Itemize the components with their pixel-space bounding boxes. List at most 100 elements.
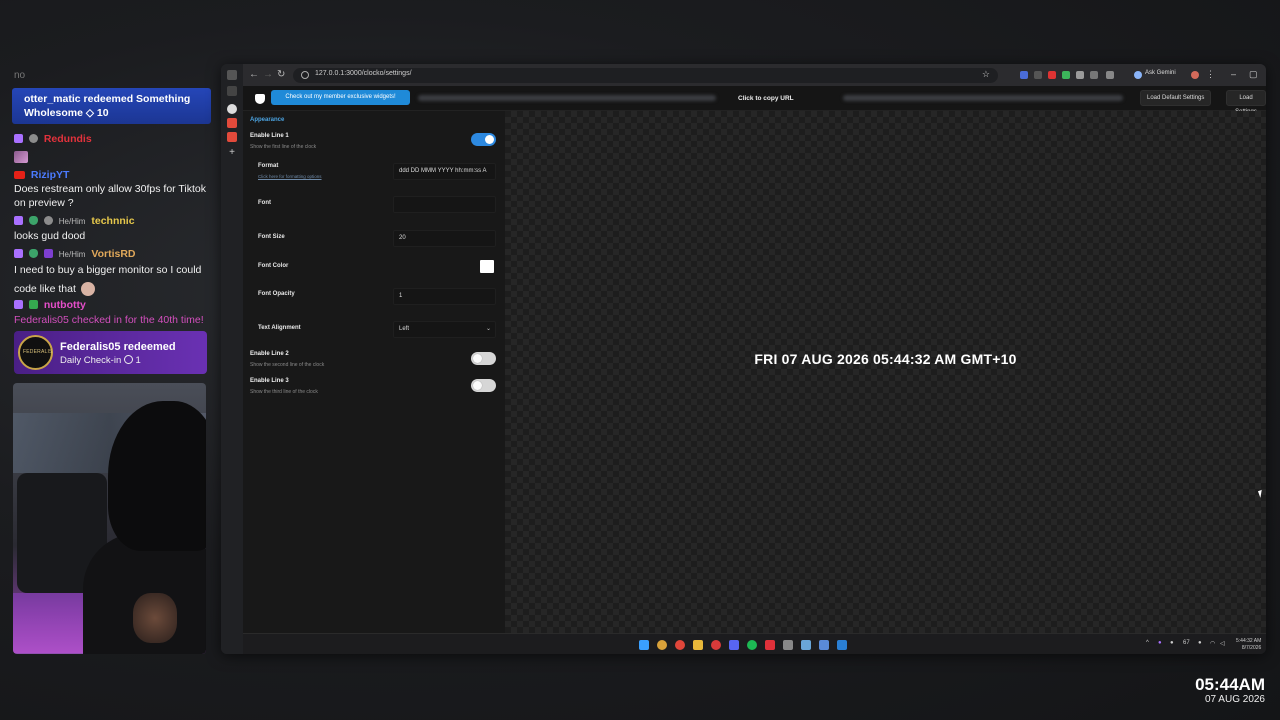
app-icon[interactable] [765, 640, 775, 650]
tray-app-icon[interactable]: ● [1158, 640, 1162, 646]
new-tab-icon[interactable]: + [227, 148, 237, 158]
twitch-icon [14, 300, 23, 309]
chat-message: He/Him VortisRD [14, 247, 214, 262]
browser-window: + ← → ↻ 127.0.0.1:3000/clocko/settings/ … [221, 64, 1266, 654]
font-color-swatch[interactable] [480, 260, 494, 273]
menu-icon[interactable]: ⋮ [1206, 69, 1215, 80]
chevron-down-icon: ⌄ [485, 326, 491, 332]
page-viewport: Check out my member exclusive widgets! C… [243, 86, 1266, 633]
load-default-settings-button[interactable]: Load Default Settings [1140, 90, 1212, 106]
extension-icon[interactable] [1076, 71, 1084, 79]
tab-icon[interactable] [227, 132, 237, 142]
ask-gemini-button[interactable]: Ask Gemini [1145, 70, 1176, 76]
extension-icon[interactable] [1062, 71, 1070, 79]
chat-message-text: I need to buy a bigger monitor so I coul… [14, 264, 202, 295]
settings-panel: Appearance Enable Line 1 Show the first … [243, 111, 505, 633]
redeem-purple-count: 1 [135, 355, 141, 366]
windows-taskbar: ^ ● ● 67 ● ◠ ◁ 5:44:32 AM 8/7/2026 [243, 633, 1266, 654]
shield-icon [28, 249, 38, 258]
app-icon[interactable] [819, 640, 829, 650]
app-icon[interactable] [729, 640, 739, 650]
app-icon[interactable] [783, 640, 793, 650]
format-label: Format [258, 163, 279, 169]
line2-toggle[interactable] [471, 352, 496, 365]
chat-username[interactable]: Redundis [44, 133, 92, 145]
youtube-icon [14, 171, 25, 179]
badge-icon [28, 134, 38, 143]
chat-message-text: looks gud dood [14, 230, 86, 242]
webcam-feed [13, 383, 206, 654]
chat-message: I need to buy a bigger monitor so I coul… [14, 261, 212, 299]
start-icon[interactable] [639, 640, 649, 650]
chat-username[interactable]: technnic [91, 215, 134, 227]
taskbar-clock[interactable]: 5:44:32 AM 8/7/2026 [1236, 638, 1261, 652]
extension-icon[interactable] [1090, 71, 1098, 79]
vscode-icon[interactable] [837, 640, 847, 650]
extension-icon[interactable] [1048, 71, 1056, 79]
text-alignment-select[interactable]: Left ⌄ [393, 321, 496, 338]
volume-icon[interactable]: ◁ [1220, 640, 1225, 647]
chat-username[interactable]: VortisRD [91, 248, 135, 260]
chat-message-text: Federalis05 checked in for the 40th time… [14, 314, 204, 326]
mouse-cursor-icon [1257, 489, 1266, 498]
minimize-icon[interactable]: – [1231, 69, 1236, 79]
tray-chevron-icon[interactable]: ^ [1146, 640, 1149, 646]
line2-title: Enable Line 2 [250, 351, 289, 357]
profile-avatar[interactable] [1191, 71, 1199, 79]
member-widgets-button[interactable]: Check out my member exclusive widgets! [271, 90, 410, 105]
network-icon[interactable]: ◠ [1210, 640, 1215, 647]
font-size-input[interactable]: 20 [393, 230, 496, 247]
address-bar[interactable]: 127.0.0.1:3000/clocko/settings/ ☆ [293, 68, 998, 83]
address-bar-url: 127.0.0.1:3000/clocko/settings/ [315, 70, 412, 77]
obs-icon[interactable] [711, 640, 721, 650]
site-info-icon[interactable] [301, 71, 309, 79]
copy-url-button[interactable]: Click to copy URL [738, 95, 794, 102]
line3-toggle[interactable] [471, 379, 496, 392]
browser-icon[interactable] [675, 640, 685, 650]
gemini-icon[interactable] [1134, 71, 1142, 79]
spotify-icon[interactable] [747, 640, 757, 650]
taskbar-date: 8/7/2026 [1241, 645, 1262, 651]
forward-icon[interactable]: → [263, 69, 273, 81]
chrome-icon[interactable] [657, 640, 667, 650]
browser-toolbar: ← → ↻ 127.0.0.1:3000/clocko/settings/ ☆ … [243, 64, 1266, 86]
font-input[interactable] [393, 196, 496, 213]
text-alignment-value: Left [399, 326, 410, 332]
chat-username[interactable]: nutbotty [44, 299, 86, 311]
sidebar-toggle-icon[interactable] [227, 70, 237, 80]
tray-app-icon[interactable]: ● [1170, 640, 1174, 646]
maximize-icon[interactable]: ▢ [1249, 69, 1258, 80]
logo-icon[interactable] [255, 94, 265, 104]
clock-preview-text: FRI 07 AUG 2026 05:44:32 AM GMT+10 [754, 351, 1017, 367]
chat-emote-row [14, 150, 214, 164]
stream-overlay-clock: 05:44AM 07 AUG 2026 [1120, 676, 1265, 706]
extension-icon[interactable] [1034, 71, 1042, 79]
badge-icon [43, 216, 53, 225]
formatting-options-link[interactable]: Click here for formatting options [258, 174, 322, 179]
tab-icon[interactable] [227, 86, 237, 96]
extension-icon[interactable] [1020, 71, 1028, 79]
back-icon[interactable]: ← [249, 69, 259, 81]
app-icon[interactable] [801, 640, 811, 650]
tab-active-icon[interactable] [227, 104, 237, 114]
redeem-purple-title: Federalis05 redeemed [60, 341, 176, 353]
tray-app-icon[interactable]: ● [1198, 640, 1202, 646]
font-opacity-input[interactable]: 1 [393, 288, 496, 305]
extensions-puzzle-icon[interactable] [1106, 71, 1114, 79]
avatar-text: FEDERALIS [23, 349, 53, 355]
format-input[interactable]: ddd DD MMM YYYY hh:mm:ss A [393, 163, 496, 180]
clock-preview-area: FRI 07 AUG 2026 05:44:32 AM GMT+10 [505, 111, 1266, 633]
blurred-url [418, 95, 716, 101]
line1-toggle[interactable] [471, 133, 496, 146]
bookmark-star-icon[interactable]: ☆ [982, 69, 990, 80]
font-color-label: Font Color [258, 263, 289, 269]
load-settings-button[interactable]: Load Settings [1226, 90, 1266, 115]
overlay-time: 05:44AM [1195, 675, 1265, 694]
chat-username[interactable]: RizipYT [31, 169, 70, 181]
avatar: FEDERALIS [18, 335, 53, 370]
folder-icon[interactable] [693, 640, 703, 650]
reload-icon[interactable]: ↻ [277, 69, 285, 81]
line3-subtitle: Show the third line of the clock [250, 389, 318, 395]
tab-icon[interactable] [227, 118, 237, 128]
pronouns-badge: He/Him [58, 217, 86, 226]
